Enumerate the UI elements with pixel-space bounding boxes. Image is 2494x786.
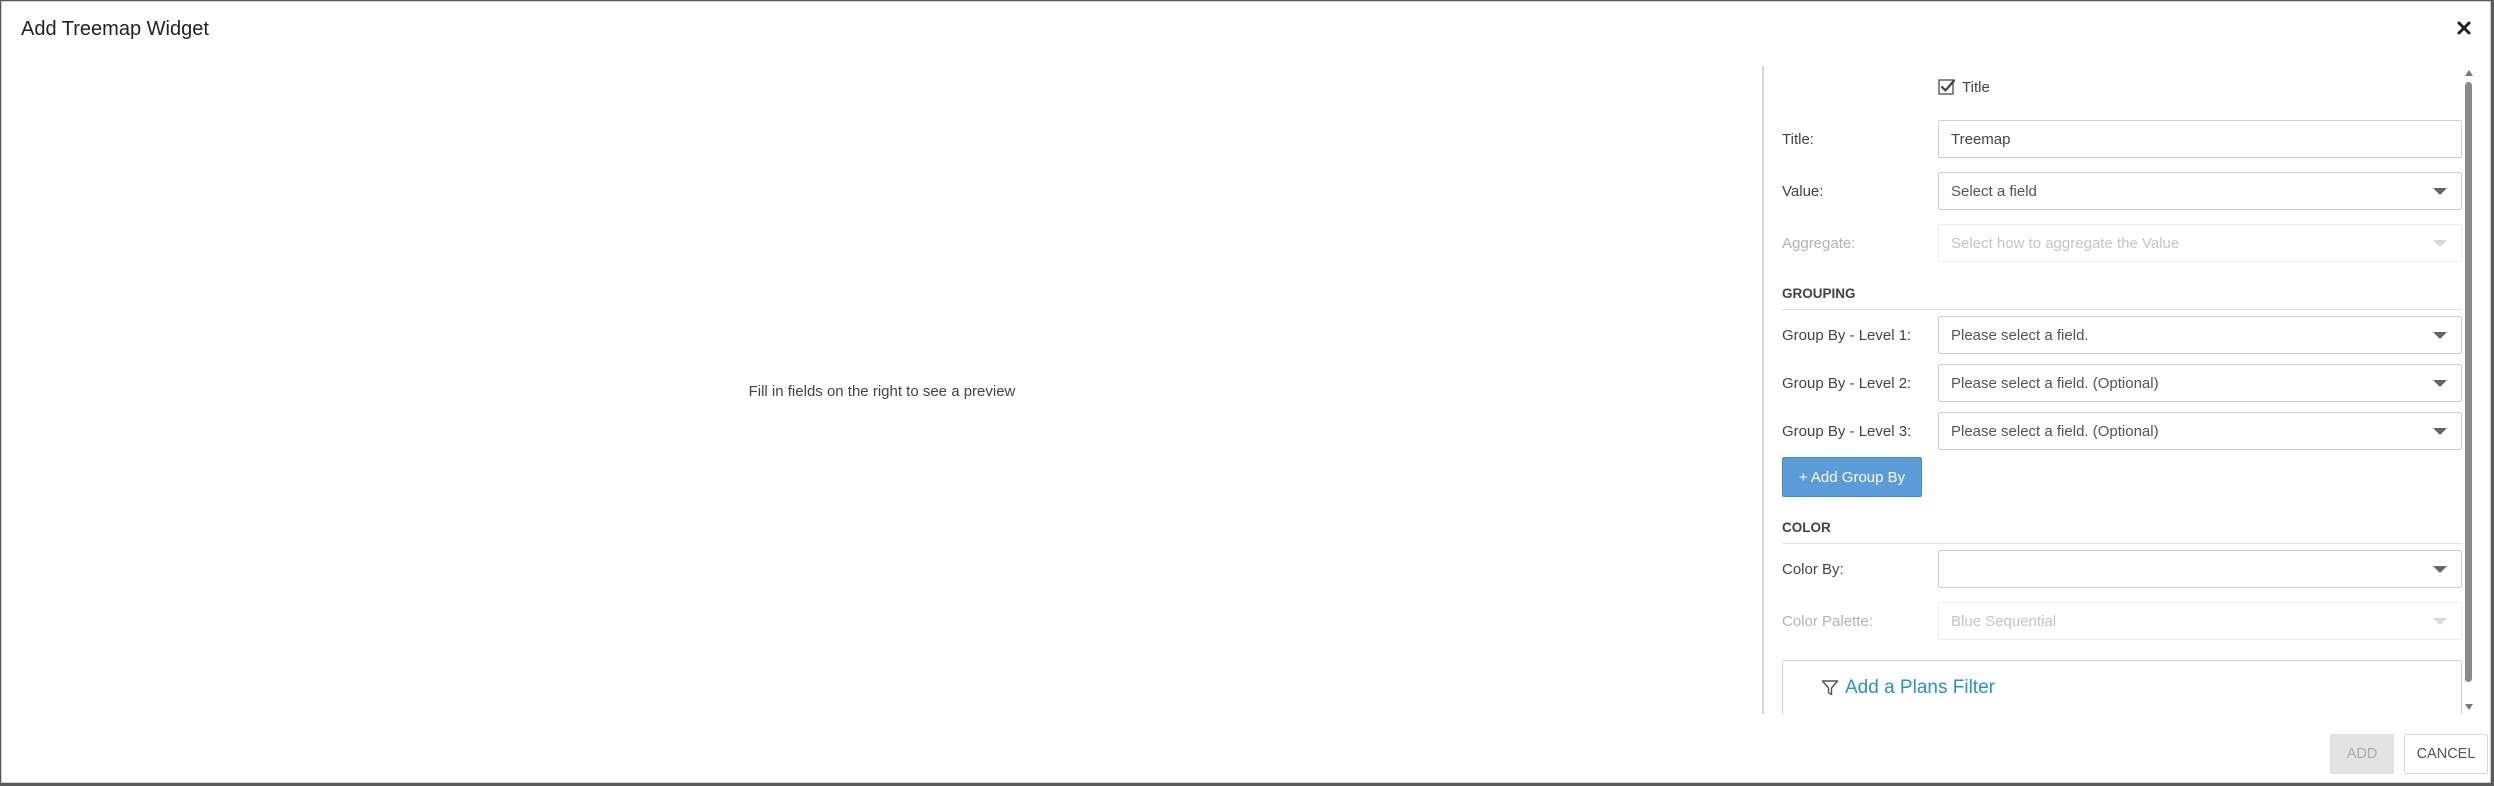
- preview-area: Fill in fields on the right to see a pre…: [2, 68, 1762, 714]
- cancel-button[interactable]: CANCEL: [2404, 734, 2488, 774]
- color-palette-row: Color Palette: Blue Sequential: [1782, 602, 2462, 642]
- color-palette-text: Blue Sequential: [1951, 613, 2057, 630]
- chevron-down-icon: [2433, 618, 2447, 625]
- group-level-3-text: Please select a field. (Optional): [1951, 423, 2159, 440]
- group-level-2-text: Please select a field. (Optional): [1951, 375, 2159, 392]
- color-by-row: Color By:: [1782, 550, 2462, 590]
- color-palette-label: Color Palette:: [1782, 613, 1873, 630]
- group-level-3-label: Group By - Level 3:: [1782, 423, 1912, 440]
- add-plans-filter-link[interactable]: Add a Plans Filter: [1821, 677, 1995, 699]
- group-level-2-select[interactable]: Please select a field. (Optional): [1938, 364, 2462, 402]
- aggregate-select-text: Select how to aggregate the Value: [1951, 235, 2180, 252]
- group-level-1-label: Group By - Level 1:: [1782, 327, 1912, 344]
- aggregate-row: Aggregate: Select how to aggregate the V…: [1782, 224, 2462, 264]
- group-level-3-select[interactable]: Please select a field. (Optional): [1938, 412, 2462, 450]
- group-level-2-label: Group By - Level 2:: [1782, 375, 1912, 392]
- title-row: Title: Treemap: [1782, 120, 2462, 160]
- add-button[interactable]: ADD: [2330, 734, 2394, 774]
- title-input[interactable]: Treemap: [1938, 120, 2462, 158]
- value-row: Value: Select a field: [1782, 172, 2462, 212]
- color-header: COLOR: [1782, 520, 2462, 544]
- group-level-1-text: Please select a field.: [1951, 327, 2089, 344]
- add-treemap-dialog: Add Treemap Widget Fill in fields on the…: [1, 1, 2491, 783]
- chevron-down-icon: [2433, 188, 2447, 195]
- preview-message: Fill in fields on the right to see a pre…: [748, 382, 1016, 400]
- chevron-down-icon: [2433, 332, 2447, 339]
- chevron-down-icon: [2433, 380, 2447, 387]
- value-select[interactable]: Select a field: [1938, 172, 2462, 210]
- close-button[interactable]: [2452, 16, 2476, 40]
- filter-section: Add a Plans Filter: [1782, 660, 2462, 714]
- dialog-title: Add Treemap Widget: [21, 18, 209, 40]
- color-by-label: Color By:: [1782, 561, 1844, 578]
- group-level-1-select[interactable]: Please select a field.: [1938, 316, 2462, 354]
- panel-scrollbar[interactable]: [2462, 66, 2476, 714]
- filter-icon: [1821, 680, 1839, 696]
- group-level-2-row: Group By - Level 2: Please select a fiel…: [1782, 364, 2462, 404]
- checkbox-checked-icon[interactable]: [1938, 78, 1956, 96]
- add-group-by-button[interactable]: + Add Group By: [1782, 457, 1922, 497]
- group-level-1-row: Group By - Level 1: Please select a fiel…: [1782, 316, 2462, 356]
- value-label: Value:: [1782, 183, 1824, 200]
- title-checkbox-label: Title: [1962, 78, 1990, 96]
- scroll-down-icon[interactable]: [2465, 704, 2473, 710]
- scroll-up-icon[interactable]: [2465, 70, 2473, 76]
- value-select-text: Select a field: [1951, 183, 2037, 200]
- group-level-3-row: Group By - Level 3: Please select a fiel…: [1782, 412, 2462, 452]
- scroll-thumb[interactable]: [2465, 82, 2472, 682]
- chevron-down-icon: [2433, 240, 2447, 247]
- color-palette-select: Blue Sequential: [1938, 602, 2462, 640]
- title-label: Title:: [1782, 131, 1814, 148]
- chevron-down-icon: [2433, 566, 2447, 573]
- chevron-down-icon: [2433, 428, 2447, 435]
- aggregate-label: Aggregate:: [1782, 235, 1856, 252]
- title-checkbox-row[interactable]: Title: [1938, 76, 1990, 98]
- settings-panel: Title Title: Treemap Value: Select a fie…: [1762, 66, 2476, 714]
- color-by-select[interactable]: [1938, 550, 2462, 588]
- add-plans-filter-label: Add a Plans Filter: [1845, 677, 1995, 698]
- close-icon: [2457, 21, 2471, 35]
- aggregate-select: Select how to aggregate the Value: [1938, 224, 2462, 262]
- grouping-header: GROUPING: [1782, 286, 2462, 310]
